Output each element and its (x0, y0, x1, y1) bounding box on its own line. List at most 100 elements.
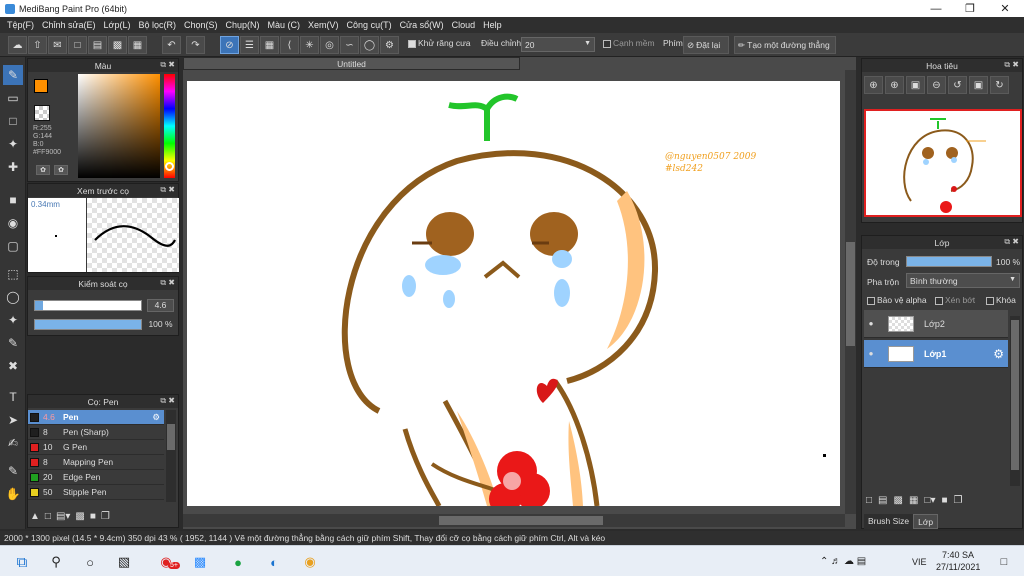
hue-handle[interactable] (165, 162, 174, 171)
brush-upload-icon[interactable]: ▲ (30, 511, 40, 522)
panel-close-icon[interactable]: ⧉ ✖ (1004, 60, 1019, 70)
brush-item[interactable]: 20 Edge Pen (28, 470, 164, 485)
text-tool-icon[interactable]: T (3, 387, 23, 407)
menu-color[interactable]: Màu (C) (268, 20, 301, 30)
tab-layer[interactable]: Lớp (913, 514, 939, 529)
clipping-checkbox[interactable]: Xén bớt (935, 295, 975, 305)
menu-help[interactable]: Help (483, 20, 502, 30)
layer-row[interactable]: ● Lớp2 (864, 310, 1008, 338)
panel-close-icon[interactable]: ⧉ ✖ (160, 60, 175, 70)
concentric-snap-icon[interactable]: ◎ (320, 36, 339, 54)
snap-off-icon[interactable]: ⊘ (220, 36, 239, 54)
copy-layer-icon[interactable]: ▩ (894, 495, 903, 506)
search-icon[interactable]: ⚲ (46, 552, 66, 572)
clock[interactable]: 7:40 SA 27/11/2021 (936, 549, 980, 573)
brush-item[interactable]: 50 Stipple Pen (28, 485, 164, 500)
menu-window[interactable]: Cửa sổ(W) (400, 20, 444, 30)
app-notify-icon[interactable]: ◉ 5+ (156, 552, 180, 572)
panel-close-icon[interactable]: ⧉ ✖ (160, 185, 175, 195)
menu-tools[interactable]: Công cụ(T) (347, 20, 392, 30)
brush-opacity-slider[interactable] (34, 319, 142, 330)
delete-layer-icon[interactable]: ❐ (954, 495, 963, 506)
redo-icon[interactable]: ↷ (186, 36, 205, 54)
vanishing-snap-icon[interactable]: ⟨ (280, 36, 299, 54)
select-rect-icon[interactable]: ⬚ (3, 264, 23, 284)
brush-new-icon[interactable]: □ (45, 511, 51, 522)
zoom-out-icon[interactable]: ⊖ (927, 76, 946, 94)
magic-wand-icon[interactable]: ✦ (3, 310, 23, 330)
brush-size-value[interactable]: 4.6 (147, 299, 174, 312)
eye-icon[interactable]: ● (864, 319, 878, 328)
eyedropper-icon[interactable]: ✍ (3, 433, 23, 453)
layer-opacity-slider[interactable] (906, 256, 992, 267)
tab-brush-size[interactable]: Brush Size (864, 514, 914, 529)
rotate-right-icon[interactable]: ↻ (990, 76, 1009, 94)
chat-icon[interactable]: ✉ (48, 36, 67, 54)
restore-button[interactable]: ❐ (953, 0, 987, 17)
menu-cloud[interactable]: Cloud (452, 20, 476, 30)
gear-icon[interactable]: ⚙ (152, 412, 160, 423)
menu-layer[interactable]: Lớp(L) (104, 20, 131, 30)
lasso-tool-icon[interactable]: ◯ (3, 287, 23, 307)
rect-tool-icon[interactable]: □ (3, 111, 23, 131)
brush-item[interactable]: 10 G Pen (28, 440, 164, 455)
cross-snap-icon[interactable]: ▦ (260, 36, 279, 54)
gear-icon[interactable]: ⚙ (993, 347, 1004, 361)
brush-copy-icon[interactable]: ▩ (75, 511, 84, 522)
operation-tool-icon[interactable]: ➤ (3, 410, 23, 430)
panel-close-icon[interactable]: ⧉ ✖ (160, 396, 175, 406)
antialias-checkbox[interactable]: Khử răng cưa (408, 38, 471, 48)
grid-icon[interactable]: ▦ (128, 36, 147, 54)
task-view-icon[interactable]: ▧ (114, 552, 134, 572)
notification-icon[interactable]: □ (994, 552, 1014, 572)
language-indicator[interactable]: VIE (912, 557, 927, 567)
undo-icon[interactable]: ↶ (162, 36, 181, 54)
brush-add-icon[interactable]: ▤▾ (56, 511, 70, 522)
menu-file[interactable]: Tệp(F) (7, 20, 34, 30)
brush-tool-icon[interactable]: ✎ (3, 65, 23, 85)
rotate-left-icon[interactable]: ↺ (948, 76, 967, 94)
settings-gear-icon[interactable]: ⚙ (380, 36, 399, 54)
fill-rect-icon[interactable]: ■ (3, 190, 23, 210)
new-layer-icon[interactable]: □ (866, 495, 872, 506)
select-pen-icon[interactable]: ✎ (3, 333, 23, 353)
dot-brush-icon[interactable]: ✦ (3, 134, 23, 154)
drawing-canvas[interactable]: @nguyen0507 2009 #lsd242 (187, 81, 840, 506)
green-app-icon[interactable]: ● (228, 552, 248, 572)
menu-edit[interactable]: Chỉnh sửa(E) (42, 20, 96, 30)
document-icon[interactable]: ▤ (88, 36, 107, 54)
page-icon[interactable]: □ (68, 36, 87, 54)
canvas-vertical-scrollbar[interactable] (845, 70, 856, 514)
lock-checkbox[interactable]: Khóa (986, 295, 1016, 305)
image-icon[interactable]: ▩ (108, 36, 127, 54)
cloud-icon[interactable]: ☁ (8, 36, 27, 54)
zoom-in-icon[interactable]: ⊕ (864, 76, 883, 94)
eye-icon[interactable]: ● (864, 349, 878, 358)
navigator-thumbnail[interactable] (864, 109, 1022, 217)
palette-edit-icon[interactable]: ✿ (54, 165, 68, 175)
line-button[interactable]: ✏ Tạo một đường thẳng (734, 36, 836, 54)
primary-color-swatch[interactable] (34, 79, 48, 93)
minimize-button[interactable]: — (919, 0, 953, 17)
brush-list-scrollbar[interactable] (166, 410, 176, 502)
add-layer-icon[interactable]: □▾ (924, 495, 935, 506)
hand-tool-icon[interactable]: ✋ (3, 484, 23, 504)
color-square[interactable] (78, 74, 160, 178)
chrome-icon[interactable]: ◉ (300, 552, 320, 572)
menu-filter[interactable]: Bộ lọc(R) (138, 20, 176, 30)
blend-select[interactable]: Bình thường ▼ (906, 273, 1020, 288)
menu-view[interactable]: Xem(V) (308, 20, 339, 30)
adjust-select[interactable]: 20 ▼ (521, 37, 595, 52)
brush-folder-icon[interactable]: ■ (90, 511, 96, 522)
fit-icon[interactable]: ▣ (906, 76, 925, 94)
windows-start-icon[interactable]: ⧉ (12, 552, 32, 572)
eyedropper-2-icon[interactable]: ✎ (3, 461, 23, 481)
gradient-tool-icon[interactable]: ▢ (3, 236, 23, 256)
zoom-in-2-icon[interactable]: ⊕ (885, 76, 904, 94)
select-eraser-icon[interactable]: ✖ (3, 356, 23, 376)
eraser-tool-icon[interactable]: ▭ (3, 88, 23, 108)
panel-close-icon[interactable]: ⧉ ✖ (1004, 237, 1019, 247)
curve-snap-icon[interactable]: ∽ (340, 36, 359, 54)
transparent-swatch[interactable] (34, 105, 50, 121)
circle-snap-icon[interactable]: ◯ (360, 36, 379, 54)
